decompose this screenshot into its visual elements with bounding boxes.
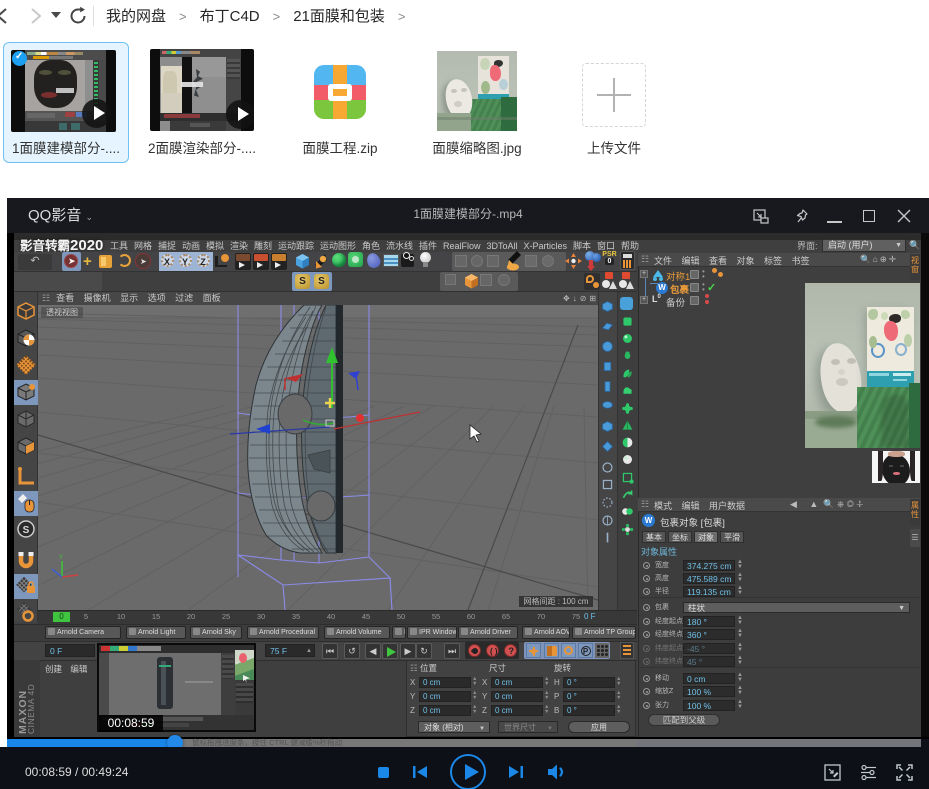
svg-text:Y: Y: [59, 555, 63, 561]
svg-text:S: S: [23, 525, 30, 536]
